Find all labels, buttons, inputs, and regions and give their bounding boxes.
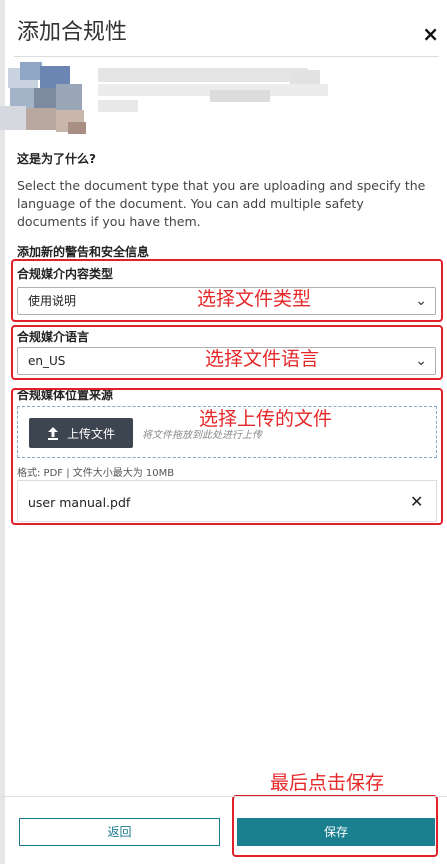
back-button[interactable]: 返回 <box>19 818 220 846</box>
annotation-select-type: 选择文件类型 <box>197 288 312 310</box>
annotation-finally-save: 最后点击保存 <box>270 772 385 794</box>
add-warning-title: 添加新的警告和安全信息 <box>17 245 150 259</box>
annotation-select-language: 选择文件语言 <box>205 348 320 370</box>
close-icon[interactable]: × <box>422 22 439 46</box>
purpose-description: Select the document type that you are up… <box>17 178 426 229</box>
dialog-title: 添加合规性 <box>17 20 128 45</box>
purpose-question: 这是为了什么? <box>17 152 96 166</box>
annotation-select-upload: 选择上传的文件 <box>199 408 333 430</box>
save-button[interactable]: 保存 <box>237 818 435 846</box>
product-preview-blurred <box>0 58 447 138</box>
divider <box>14 56 439 57</box>
footer-divider <box>0 796 447 797</box>
